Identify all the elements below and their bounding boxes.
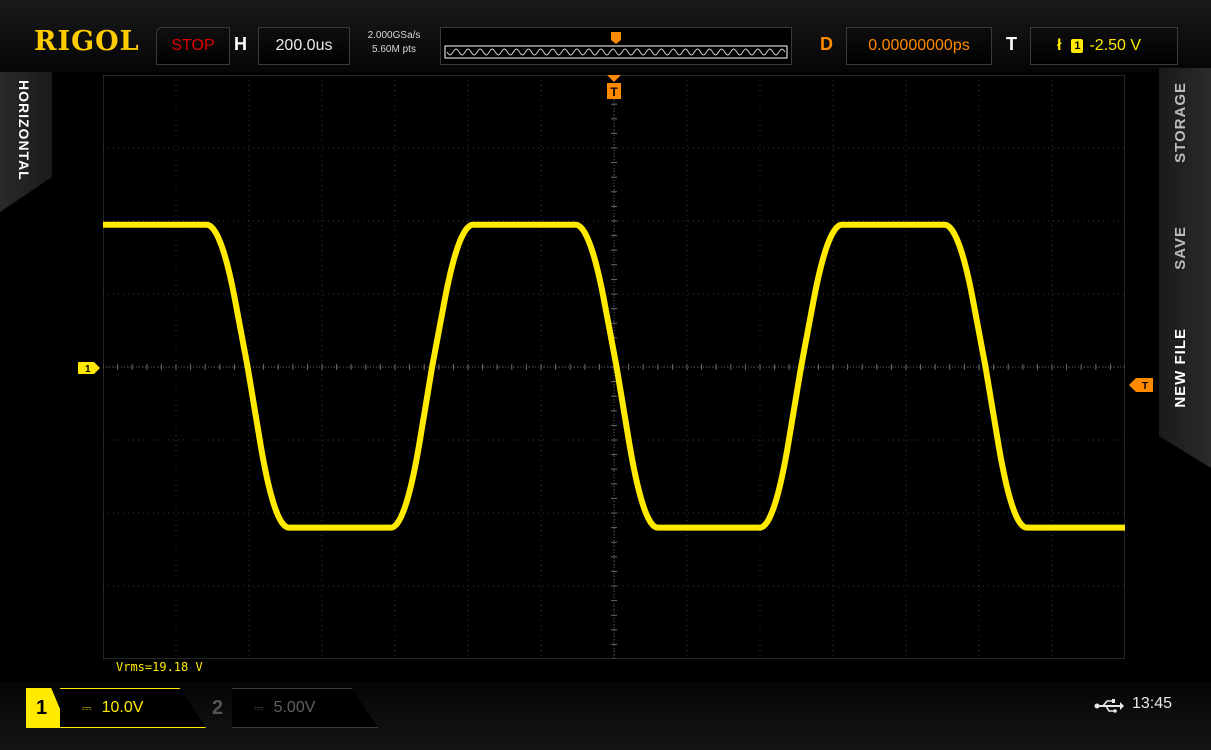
run-stop-status[interactable]: STOP bbox=[156, 27, 230, 65]
trigger-position-marker: T bbox=[607, 75, 621, 99]
channel-1-volts-per-div: 10.0V bbox=[101, 699, 144, 716]
brand-logo: RIGOL bbox=[34, 26, 140, 57]
delay-value[interactable]: 0.00000000ps bbox=[846, 27, 992, 65]
new-file-menu-item[interactable]: NEW FILE bbox=[1172, 328, 1189, 408]
overview-trace bbox=[446, 48, 786, 56]
waveform-display[interactable]: T bbox=[103, 75, 1125, 659]
trigger-source-badge: 1 bbox=[1071, 39, 1084, 53]
save-menu-item[interactable]: SAVE bbox=[1172, 226, 1189, 270]
trigger-level-marker[interactable]: T bbox=[1129, 378, 1153, 392]
trigger-marker-letter: T bbox=[610, 85, 618, 99]
delay-label: D bbox=[820, 34, 833, 54]
channel-1-offset-marker[interactable]: 1 bbox=[78, 362, 100, 374]
channel-2-tab[interactable]: 2 bbox=[212, 688, 234, 728]
sample-rate: 2.000GSa/s bbox=[367, 30, 421, 41]
dc-coupling-icon: ⎓ bbox=[82, 701, 92, 715]
horizontal-label: H bbox=[234, 34, 247, 54]
memory-overview-window bbox=[440, 27, 792, 65]
storage-menu-item[interactable]: STORAGE bbox=[1172, 82, 1189, 163]
clock: 13:45 bbox=[1132, 695, 1173, 712]
horizontal-menu-label: HORIZONTAL bbox=[16, 80, 32, 181]
timebase-value[interactable]: 200.0us bbox=[258, 27, 350, 65]
measurement-vrms: Vrms=19.18 V bbox=[116, 660, 203, 674]
svg-text:T: T bbox=[1142, 381, 1148, 392]
trigger-arrow-icon bbox=[607, 75, 621, 82]
trigger-level: -2.50 V bbox=[1089, 37, 1142, 54]
trigger-settings[interactable]: ł 1 -2.50 V bbox=[1030, 27, 1178, 65]
falling-edge-icon: ł bbox=[1057, 37, 1062, 54]
svg-text:1: 1 bbox=[85, 364, 91, 374]
dc-coupling-icon: ⎓ bbox=[254, 701, 264, 715]
memory-depth: 5.60M pts bbox=[372, 44, 416, 55]
trigger-label: T bbox=[1006, 34, 1017, 54]
overview-trigger-marker bbox=[611, 32, 621, 44]
channel-2-volts-per-div: 5.00V bbox=[273, 699, 316, 716]
acquisition-info: 2.000GSa/s 5.60M pts bbox=[352, 29, 436, 57]
usb-icon bbox=[1094, 699, 1124, 713]
memory-overview-waveform bbox=[444, 32, 788, 59]
